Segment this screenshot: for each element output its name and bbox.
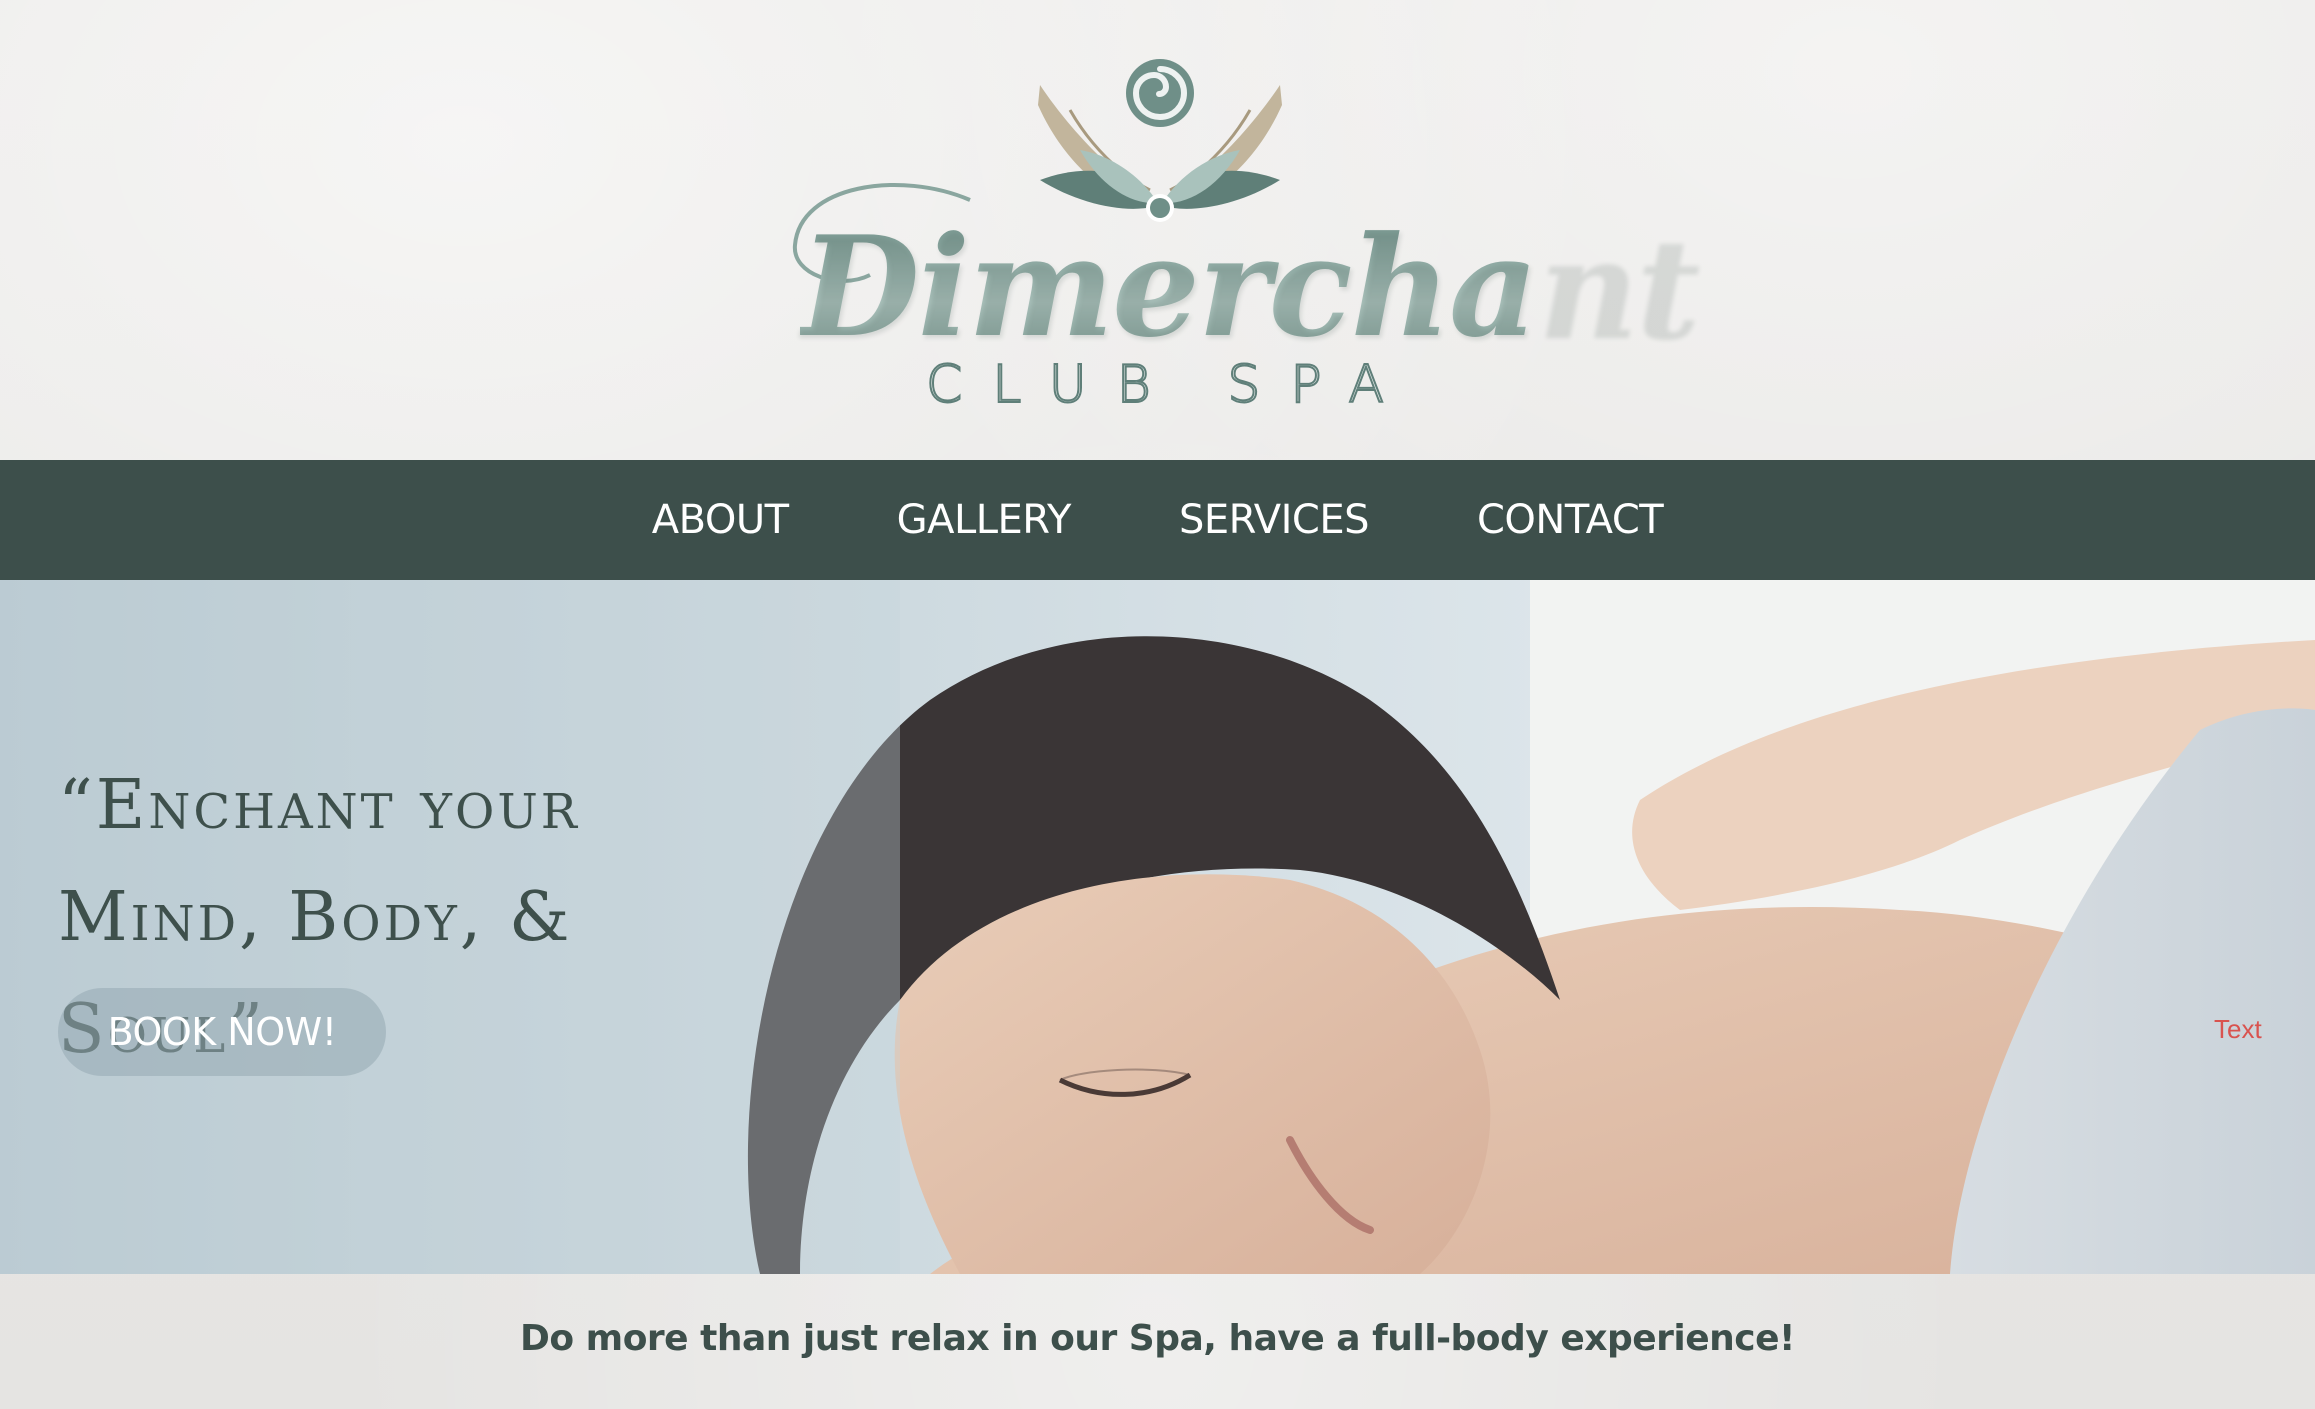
hero-banner: “Enchant your Mind, Body, & Soul” BOOK N… [0, 580, 2315, 1274]
brand-name: Dimerchant [800, 205, 1698, 368]
nav-item-gallery[interactable]: GALLERY [897, 497, 1072, 543]
nav-item-services[interactable]: SERVICES [1179, 497, 1370, 543]
tagline: Do more than just relax in our Spa, have… [520, 1318, 1795, 1359]
nav-item-about[interactable]: ABOUT [652, 497, 789, 543]
main-nav: ABOUT GALLERY SERVICES CONTACT [0, 460, 2315, 580]
hero-headline-line-1: “Enchant your [58, 766, 580, 845]
brand-logo[interactable]: Dimerchant CLUB SPA [780, 55, 1698, 416]
site-header: Dimerchant CLUB SPA [0, 0, 2315, 460]
nav-item-contact[interactable]: CONTACT [1477, 497, 1664, 543]
placeholder-text-label: Text [2214, 1014, 2262, 1044]
book-now-button[interactable]: BOOK NOW! [58, 988, 386, 1076]
brand-subtitle: CLUB SPA [925, 354, 1414, 416]
